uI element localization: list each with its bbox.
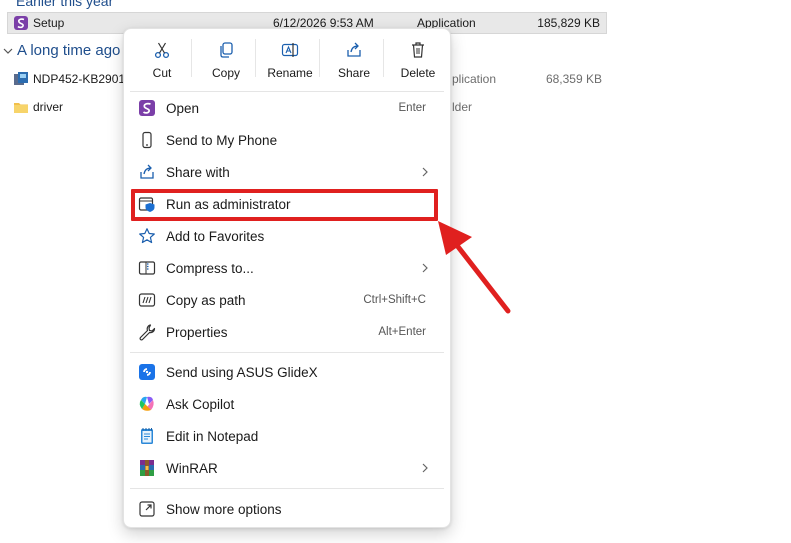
menu-item-compress[interactable]: Compress to... [130,253,444,283]
menu-item-edit-notepad[interactable]: Edit in Notepad [130,421,444,451]
menu-item-show-more-options[interactable]: Show more options [130,494,444,524]
group-header-label: A long time ago [17,42,121,59]
annotation-highlight-box [131,189,438,221]
menu-item-label: Add to Favorites [166,228,265,244]
file-size: 68,359 KB [545,72,602,86]
chevron-right-icon [422,167,428,177]
menu-item-label: Properties [166,324,228,340]
menu-item-label: Edit in Notepad [166,428,259,444]
menu-item-label: Copy as path [166,292,246,308]
menu-separator [130,352,444,353]
rename-label: Rename [267,66,313,80]
notepad-icon [138,427,156,445]
delete-button[interactable]: Delete [386,34,450,84]
menu-item-copy-as-path[interactable]: Copy as path Ctrl+Shift+C [130,285,444,315]
rename-icon [281,43,299,57]
copy-button[interactable]: Copy [194,34,258,84]
quick-separator [319,39,320,77]
menu-item-shortcut: Alt+Enter [378,326,426,338]
copy-label: Copy [211,66,240,80]
menu-item-open[interactable]: Open Enter [130,93,444,123]
chevron-right-icon [422,463,428,473]
file-size: 185,829 KB [537,16,600,30]
file-name: driver [33,100,64,114]
share-with-icon [138,163,156,181]
setup-app-icon [13,15,29,31]
menu-item-label: Send to My Phone [166,132,278,148]
quick-actions-bar: Cut Copy Rename Share Delete [124,29,450,87]
menu-item-label: Send using ASUS GlideX [166,364,318,380]
wrench-icon [138,323,156,341]
menu-separator [130,488,444,489]
quick-separator [383,39,384,77]
menu-item-send-to-phone[interactable]: Send to My Phone [130,125,444,155]
cut-label: Cut [152,66,172,80]
trash-icon [412,42,424,58]
menu-item-ask-copilot[interactable]: Ask Copilot [130,389,444,419]
menu-item-label: Open [166,100,200,116]
zip-icon [138,259,156,277]
file-type: plication [452,72,497,86]
star-icon [138,227,156,245]
share-icon [347,42,361,57]
chevron-right-icon [422,263,428,273]
copilot-icon [138,395,156,413]
setup-app-icon [138,99,156,117]
menu-item-properties[interactable]: Properties Alt+Enter [130,317,444,347]
file-name: Setup [33,16,65,30]
menu-item-label: Ask Copilot [166,396,235,412]
share-button[interactable]: Share [322,34,386,84]
menu-item-glidex[interactable]: Send using ASUS GlideX [130,357,444,387]
folder-icon [13,99,29,115]
file-type: lder [452,100,473,114]
menu-item-shortcut: Enter [398,102,427,114]
path-icon [138,291,156,309]
menu-item-label: Show more options [166,501,282,517]
glidex-icon [138,363,156,381]
annotation-arrow-icon [438,221,511,314]
chevron-down-icon [3,48,13,54]
menu-item-winrar[interactable]: WinRAR [130,453,444,483]
menu-item-shortcut: Ctrl+Shift+C [363,294,426,306]
menu-item-share-with[interactable]: Share with [130,157,444,187]
group-header-long-ago[interactable]: A long time ago [2,42,120,59]
share-label: Share [337,66,371,80]
menu-item-label: WinRAR [166,460,218,476]
rename-button[interactable]: Rename [258,34,322,84]
menu-item-add-favorites[interactable]: Add to Favorites [130,221,444,251]
quick-separator [255,39,256,77]
scissors-icon [154,42,170,59]
winrar-icon [138,459,156,477]
installer-icon [13,71,29,87]
menu-item-label: Compress to... [166,260,254,276]
menu-separator [130,91,444,92]
delete-label: Delete [400,66,436,80]
file-name: NDP452-KB29019 [33,72,132,86]
copy-icon [220,42,233,58]
context-menu: Cut Copy Rename Share Delete Open Enter [123,28,451,528]
menu-item-label: Share with [166,164,230,180]
group-header-earlier[interactable]: Earlier this year [16,0,113,9]
phone-icon [138,131,156,149]
quick-separator [191,39,192,77]
more-options-icon [138,500,156,518]
cut-button[interactable]: Cut [130,34,194,84]
